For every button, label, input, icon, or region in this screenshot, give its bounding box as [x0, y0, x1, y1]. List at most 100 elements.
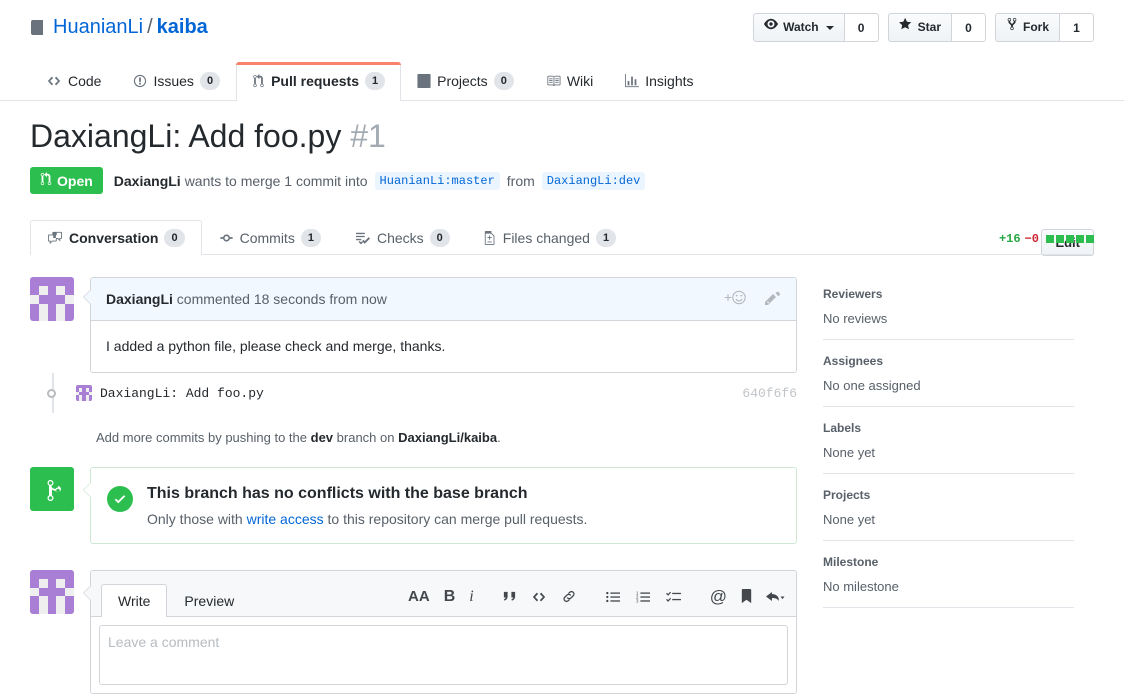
chevron-down-icon: [825, 25, 834, 30]
link-icon[interactable]: [561, 589, 577, 604]
bulleted-list-icon[interactable]: [605, 590, 621, 604]
merge-status-subtitle: Only those with write access to this rep…: [147, 511, 587, 527]
repo-nav-code[interactable]: Code: [30, 62, 117, 100]
pr-tabs: Conversation 0 Commits 1 Checks 0 Files …: [30, 220, 1094, 256]
sidebar-projects-title[interactable]: Projects: [823, 488, 1074, 502]
fork-button[interactable]: Fork: [994, 13, 1060, 42]
numbered-list-icon[interactable]: 123: [635, 590, 651, 604]
comment-thread: DaxiangLi commented 18 seconds from now: [30, 277, 797, 374]
reply-icon[interactable]: [766, 590, 786, 604]
star-button[interactable]: Star: [887, 13, 952, 42]
tab-files-changed-count: 1: [595, 229, 617, 248]
pr-author[interactable]: DaxiangLi: [114, 173, 181, 189]
repo-nav-insights[interactable]: Insights: [609, 62, 709, 100]
write-access-link[interactable]: write access: [247, 511, 324, 527]
merge-status-title: This branch has no conflicts with the ba…: [147, 485, 528, 503]
repo-nav-issues[interactable]: Issues 0: [117, 62, 236, 100]
markdown-toolbar: AA B i 1 2 3 @: [380, 588, 786, 616]
book-icon: [546, 74, 561, 88]
add-reaction-icon[interactable]: [723, 289, 748, 309]
avatar[interactable]: [30, 277, 74, 322]
repo-nav-wiki[interactable]: Wiki: [530, 62, 609, 100]
italic-icon[interactable]: i: [469, 588, 473, 606]
comment-author[interactable]: DaxiangLi: [106, 291, 173, 307]
sidebar-milestone-value: No milestone: [823, 579, 899, 595]
repo-owner-link[interactable]: HuanianLi: [53, 16, 143, 38]
fork-label: Fork: [1022, 20, 1049, 34]
checklist-icon: [355, 231, 371, 245]
push-note-middle: branch on: [336, 430, 395, 446]
commit-sha[interactable]: 640f6f6: [742, 386, 797, 401]
tab-conversation-label: Conversation: [69, 230, 159, 247]
saved-reply-icon[interactable]: [741, 589, 752, 604]
git-pull-request-icon: [252, 74, 265, 88]
repo-nav-pull-requests[interactable]: Pull requests 1: [236, 62, 402, 101]
tab-write[interactable]: Write: [101, 583, 168, 617]
avatar-current-user[interactable]: [30, 569, 74, 614]
comment-form-tabs: Write Preview AA B i 1 2 3 @: [91, 570, 796, 617]
quote-icon[interactable]: [502, 589, 517, 604]
tab-checks-count: 0: [429, 229, 450, 248]
pr-meta-text-1: wants to merge 1 commit into: [184, 172, 368, 189]
repo-nav-projects-count: 0: [493, 72, 514, 90]
repo-nav-projects[interactable]: Projects 0: [401, 62, 530, 100]
sidebar-milestone-title[interactable]: Milestone: [823, 555, 1074, 569]
push-note-suffix: .: [497, 430, 501, 446]
tab-conversation-count: 0: [164, 229, 185, 248]
repo-nav: Code Issues 0 Pull requests 1 Projects 0: [30, 62, 710, 101]
social-buttons: Watch 0 Star 0 Fork 1: [753, 13, 1094, 42]
comment-form: Write Preview AA B i 1 2 3 @ Leave a com…: [83, 569, 797, 694]
task-list-icon[interactable]: [665, 590, 682, 604]
tab-checks-label: Checks: [376, 230, 424, 247]
code-icon: [46, 74, 62, 88]
comment-body: I added a python file, please check and …: [106, 338, 446, 355]
repo-nav-pull-requests-count: 1: [364, 72, 386, 90]
commit-avatar[interactable]: [76, 385, 92, 402]
bold-icon[interactable]: B: [444, 588, 456, 606]
toolbar-group-text: AA B i: [408, 588, 474, 606]
push-note-branch: dev: [310, 430, 334, 446]
tab-conversation[interactable]: Conversation 0: [30, 220, 202, 256]
comment-header: DaxiangLi commented 18 seconds from now: [91, 278, 796, 322]
base-branch-chip[interactable]: HuanianLi:master: [374, 171, 500, 190]
tab-files-changed[interactable]: Files changed 1: [467, 220, 633, 255]
tab-checks[interactable]: Checks 0: [338, 220, 467, 255]
eye-icon: [764, 14, 779, 41]
mention-icon[interactable]: @: [710, 588, 727, 605]
sidebar-section-assignees: Assignees No one assigned: [823, 354, 1074, 408]
tab-commits-count: 1: [300, 229, 321, 248]
code-icon[interactable]: [531, 590, 547, 604]
watch-button-group: Watch 0: [753, 13, 879, 42]
sidebar-labels-title[interactable]: Labels: [823, 421, 1074, 435]
diffstat[interactable]: +16 −0: [999, 232, 1094, 246]
push-more-commits-note: Add more commits by pushing to the dev b…: [96, 430, 797, 445]
status-badge-label: Open: [57, 172, 93, 189]
sidebar-projects-value: None yet: [823, 512, 876, 528]
sidebar-assignees-value: No one assigned: [823, 378, 921, 394]
comment-input[interactable]: Leave a comment: [99, 624, 788, 685]
repo-icon: [30, 19, 46, 35]
pr-meta: Open DaxiangLi wants to merge 1 commit i…: [30, 167, 1094, 195]
commit-message[interactable]: DaxiangLi: Add foo.py: [100, 386, 264, 401]
fork-button-group: Fork 1: [994, 13, 1094, 42]
sidebar-reviewers-title[interactable]: Reviewers: [823, 287, 1074, 301]
watch-button[interactable]: Watch: [753, 13, 845, 42]
star-count[interactable]: 0: [951, 13, 986, 42]
watch-count[interactable]: 0: [844, 13, 879, 42]
head-branch-chip[interactable]: DaxiangLi:dev: [541, 171, 646, 190]
page-body: DaxiangLi commented 18 seconds from now: [0, 277, 1124, 694]
pencil-icon[interactable]: [765, 290, 781, 309]
project-icon: [417, 74, 431, 88]
pull-request-header: Edit DaxiangLi: Add foo.py #1 Open Daxia…: [0, 101, 1124, 256]
repo-name-link[interactable]: kaiba: [157, 16, 208, 38]
sidebar-assignees-title[interactable]: Assignees: [823, 354, 1074, 368]
comment-discussion-icon: [47, 231, 63, 245]
tab-commits[interactable]: Commits 1: [202, 220, 338, 255]
heading-icon[interactable]: AA: [408, 588, 430, 605]
commit-message-group: DaxiangLi: Add foo.py: [76, 385, 264, 402]
tab-preview[interactable]: Preview: [167, 584, 251, 617]
status-badge: Open: [30, 167, 103, 195]
timeline: DaxiangLi commented 18 seconds from now: [30, 277, 797, 694]
sidebar: Reviewers No reviews Assignees No one as…: [823, 277, 1074, 694]
fork-count[interactable]: 1: [1060, 13, 1094, 42]
